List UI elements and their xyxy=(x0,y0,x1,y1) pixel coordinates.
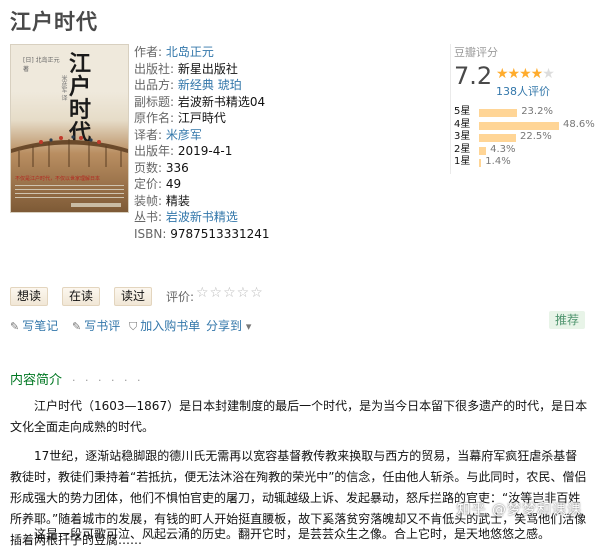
rating-bar-label: 2星 xyxy=(454,143,471,155)
rate-label: 评价: xyxy=(166,290,195,304)
rating-bar-percent: 22.5% xyxy=(520,131,552,142)
rating-box: 豆瓣评分 7.2 ★★★★★ 138人评价 5星 23.2% 4星 48.6% 3星 22… xyxy=(450,44,600,174)
author-label: 作者: xyxy=(134,45,163,59)
add-to-cart-link[interactable]: ⛉ 加入购书单 xyxy=(129,317,200,334)
translator-label: 译者: xyxy=(134,127,163,142)
intro-heading-dots: · · · · · · xyxy=(72,374,144,387)
reading-button[interactable]: 在读 xyxy=(62,287,101,306)
publisher-value: 新星出版社 xyxy=(177,61,238,76)
rating-count-link[interactable]: 138人评价 xyxy=(496,83,550,99)
pages-label: 页数: xyxy=(134,160,163,175)
rating-score: 7.2 xyxy=(454,62,493,90)
binding-value: 精装 xyxy=(165,193,190,208)
intro-heading: 内容简介 · · · · · · xyxy=(10,369,143,388)
want-read-button[interactable]: 想读 xyxy=(10,287,49,306)
write-review-label: 写书评 xyxy=(84,319,121,333)
rating-bar-fill xyxy=(479,109,518,117)
page-title: 江户时代 xyxy=(10,10,98,34)
share-menu[interactable]: 分享到 ▾ xyxy=(206,317,254,334)
write-review-link[interactable]: ✎ 写书评 xyxy=(72,317,120,334)
rating-bar-fill xyxy=(479,159,482,167)
rating-bar-row: 2星 4.3% xyxy=(454,144,600,157)
price-value: 49 xyxy=(165,177,182,191)
isbn-value: 9787513331241 xyxy=(170,226,270,241)
cover-blurb xyxy=(15,185,124,199)
cover-translator: 米彦军 译 xyxy=(60,75,67,101)
publisher-label: 出版社: xyxy=(134,61,175,76)
intro-heading-text: 内容简介 xyxy=(10,373,63,388)
rating-bar-label: 3星 xyxy=(454,131,471,142)
rating-bar-row: 3星 22.5% xyxy=(454,131,600,144)
have-read-button[interactable]: 读过 xyxy=(114,287,153,306)
year-value: 2019-4-1 xyxy=(177,144,233,158)
binding-label: 装帧: xyxy=(134,193,163,208)
rating-bar-label: 4星 xyxy=(454,118,471,130)
book-cover[interactable]: [日] 北岛正元 著 江户时代 米彦军 译 不仅是江户时代，不仅以世家理解日本 xyxy=(10,44,129,213)
rating-bar-row: 5星 23.2% xyxy=(454,106,600,119)
rating-bar-row: 1星 1.4% xyxy=(454,156,600,169)
price-label: 定价: xyxy=(134,177,163,191)
cover-publisher-mark xyxy=(71,203,121,207)
subtitle-value: 岩波新书精选04 xyxy=(177,94,266,109)
rating-bar-label: 1星 xyxy=(454,156,471,167)
rating-bar-percent: 1.4% xyxy=(485,156,511,167)
producer-link[interactable]: 新经典 琥珀 xyxy=(178,78,242,92)
original-title-label: 原作名: xyxy=(134,111,175,125)
rating-distribution: 5星 23.2% 4星 48.6% 3星 22.5% 2星 4.3% 1星 1.4% xyxy=(454,106,600,169)
cover-author: [日] 北岛正元 著 xyxy=(23,57,60,73)
write-note-label: 写笔记 xyxy=(22,319,59,333)
subtitle-label: 副标题: xyxy=(134,94,175,109)
producer-label: 出品方: xyxy=(134,78,175,92)
rate-stars-input[interactable]: ☆☆☆☆☆ xyxy=(196,285,264,301)
recommend-button[interactable]: 推荐 xyxy=(549,311,585,329)
rating-stars: ★★★★★ xyxy=(496,66,555,82)
rating-bar-fill xyxy=(479,134,517,142)
pencil-icon: ✎ xyxy=(10,320,20,333)
rating-bar-row: 4星 48.6% xyxy=(454,119,600,132)
intro-paragraph: 这是一段可歌可泣、风起云涌的历史。翻开它时，是芸芸众生之像。合上它时，是天地悠悠… xyxy=(34,527,551,541)
author-link[interactable]: 北岛正元 xyxy=(166,45,214,59)
chevron-down-icon: ▾ xyxy=(245,320,252,333)
translator-link[interactable]: 米彦军 xyxy=(166,128,202,142)
rating-bar-percent: 4.3% xyxy=(490,143,516,155)
cover-tagline: 不仅是江户时代，不仅以世家理解日本 xyxy=(15,176,101,182)
rating-bar-label: 5星 xyxy=(454,106,471,117)
book-info: 作者: 北岛正元 出版社: 新星出版社 出品方: 新经典 琥珀 副标题: 岩波新… xyxy=(134,44,304,242)
add-to-cart-label: 加入购书单 xyxy=(140,319,201,333)
rating-bar-percent: 48.6% xyxy=(563,118,595,130)
pages-value: 336 xyxy=(165,160,189,175)
intro-paragraph: 江户时代（1603—1867）是日本封建制度的最后一个时代，是为当今日本留下很多… xyxy=(10,399,588,434)
rating-bar-fill xyxy=(479,121,559,130)
series-link[interactable]: 岩波新书精选 xyxy=(166,210,238,224)
cart-icon: ⛉ xyxy=(129,320,138,333)
rating-bar-fill xyxy=(479,146,487,155)
rating-title: 豆瓣评分 xyxy=(454,46,498,59)
pencil-icon: ✎ xyxy=(72,320,82,333)
cover-illustration xyxy=(11,135,128,167)
share-label: 分享到 xyxy=(206,319,243,333)
original-title-value: 江戸時代 xyxy=(177,111,226,125)
isbn-label: ISBN: xyxy=(134,226,167,241)
rating-stars-filled: ★★★★ xyxy=(496,66,543,82)
watermark: 知乎 @梦梦和课课 xyxy=(456,502,582,518)
rating-bar-percent: 23.2% xyxy=(521,106,553,117)
rating-stars-empty: ★ xyxy=(542,66,555,82)
series-label: 丛书: xyxy=(134,210,163,224)
year-label: 出版年: xyxy=(134,144,175,158)
write-note-link[interactable]: ✎ 写笔记 xyxy=(10,317,58,334)
